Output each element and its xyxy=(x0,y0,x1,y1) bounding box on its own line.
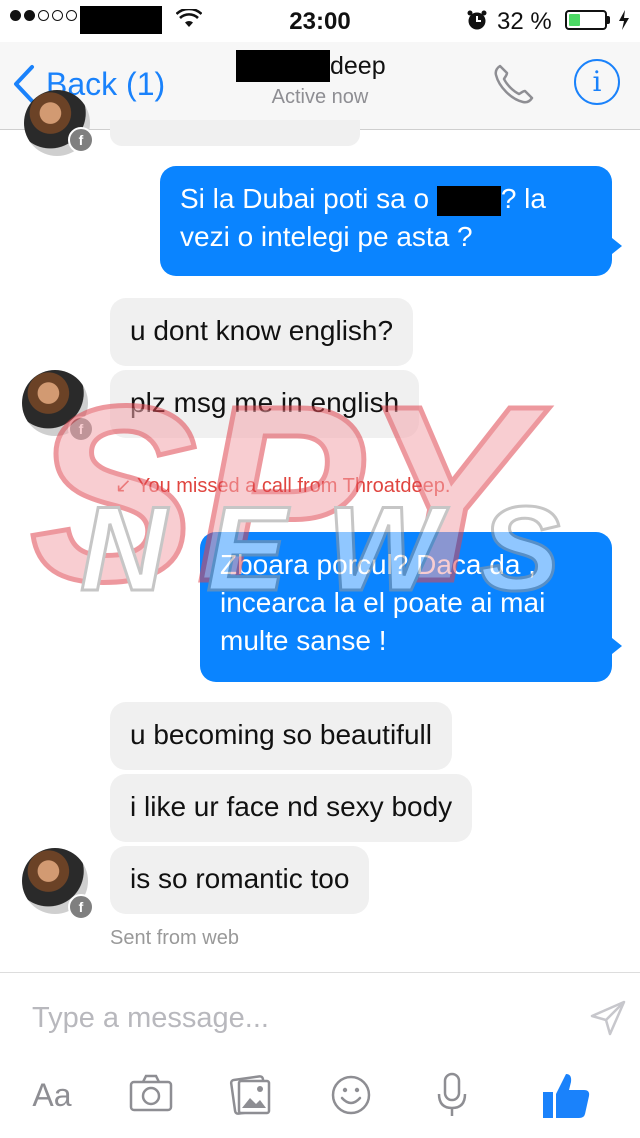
contact-name-text: deep xyxy=(330,51,386,80)
missed-call-icon: ↙ xyxy=(115,475,132,497)
received-message[interactable]: u becoming so beautifull xyxy=(110,702,452,770)
partial-message-bubble xyxy=(110,120,360,146)
received-message[interactable]: is so romantic too xyxy=(110,846,370,914)
like-icon[interactable] xyxy=(540,1068,592,1122)
text-format-button[interactable]: Aa xyxy=(28,1068,76,1122)
sent-from-label: Sent from web xyxy=(110,927,239,949)
info-icon[interactable]: i xyxy=(574,59,620,105)
sent-message[interactable]: Si la Dubai poti sa o ? la vezi o intele… xyxy=(160,166,612,276)
phone-icon[interactable] xyxy=(490,60,538,108)
battery-icon xyxy=(565,10,607,30)
status-bar: 23:00 32 % xyxy=(0,0,640,42)
battery-level xyxy=(569,14,580,26)
message-input[interactable] xyxy=(30,995,574,1041)
charging-bolt-icon xyxy=(619,10,629,30)
photo-icon[interactable] xyxy=(228,1068,274,1122)
redacted-word xyxy=(436,185,501,216)
redacted-name xyxy=(236,50,330,82)
contact-name[interactable]: deep xyxy=(236,50,386,82)
navigation-bar: Back (1) deep Active now i xyxy=(0,42,640,130)
alarm-icon xyxy=(467,10,487,30)
battery-percent: 32 % xyxy=(497,8,552,35)
facebook-badge-icon: f xyxy=(68,127,94,153)
presence-status: Active now xyxy=(271,86,369,108)
received-message[interactable]: plz msg me in english xyxy=(110,370,420,438)
emoji-icon[interactable] xyxy=(328,1068,374,1122)
facebook-badge-icon: f xyxy=(68,894,94,920)
received-message[interactable]: u dont know english? xyxy=(110,298,414,366)
camera-icon[interactable] xyxy=(128,1068,174,1122)
sent-message[interactable]: Zboara porcul? Daca da , incearca la el … xyxy=(200,532,612,682)
facebook-badge-icon: f xyxy=(68,416,94,442)
microphone-icon[interactable] xyxy=(432,1068,472,1122)
received-message[interactable]: i like ur face nd sexy body xyxy=(110,774,473,842)
send-icon[interactable] xyxy=(588,998,628,1038)
missed-call-notice[interactable]: ↙ You missed a call from Throatdeep. xyxy=(115,473,450,498)
